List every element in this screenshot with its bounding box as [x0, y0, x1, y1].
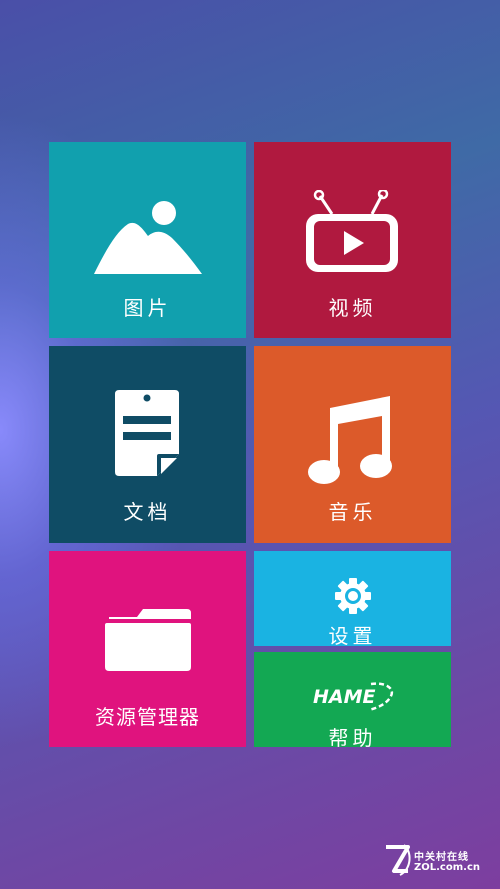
- document-icon: [115, 390, 179, 476]
- tile-file-manager[interactable]: 资源管理器: [49, 551, 246, 747]
- tile-label-file-manager: 资源管理器: [95, 705, 200, 729]
- zol-watermark: 中关村在线 ZOL.com.cn: [382, 841, 494, 881]
- zol-logo-icon: [386, 844, 411, 876]
- tile-music[interactable]: 音乐: [254, 346, 451, 543]
- watermark-top-text: 中关村在线: [414, 852, 469, 863]
- tv-play-icon: [306, 190, 398, 272]
- hame-logo-text: HAME: [313, 686, 376, 708]
- tile-label-help: 帮助: [328, 726, 377, 750]
- mountain-image-icon: [94, 201, 202, 274]
- tile-label-settings: 设置: [328, 624, 377, 648]
- tile-label-pictures: 图片: [123, 296, 172, 320]
- tile-pictures[interactable]: 图片: [49, 142, 246, 338]
- music-note-icon: [308, 396, 392, 484]
- tile-help[interactable]: HAME 帮助: [254, 652, 451, 750]
- folder-icon: [105, 609, 191, 671]
- hame-logo-icon: HAME: [313, 682, 394, 712]
- watermark-bottom-text: ZOL.com.cn: [414, 862, 480, 873]
- gear-icon: [335, 578, 371, 614]
- tile-settings[interactable]: 设置: [254, 551, 451, 648]
- tile-label-documents: 文档: [123, 500, 172, 524]
- tile-label-music: 音乐: [328, 500, 377, 524]
- tile-label-video: 视频: [328, 296, 377, 320]
- tile-video[interactable]: 视频: [254, 142, 451, 338]
- tile-documents[interactable]: 文档: [49, 346, 246, 543]
